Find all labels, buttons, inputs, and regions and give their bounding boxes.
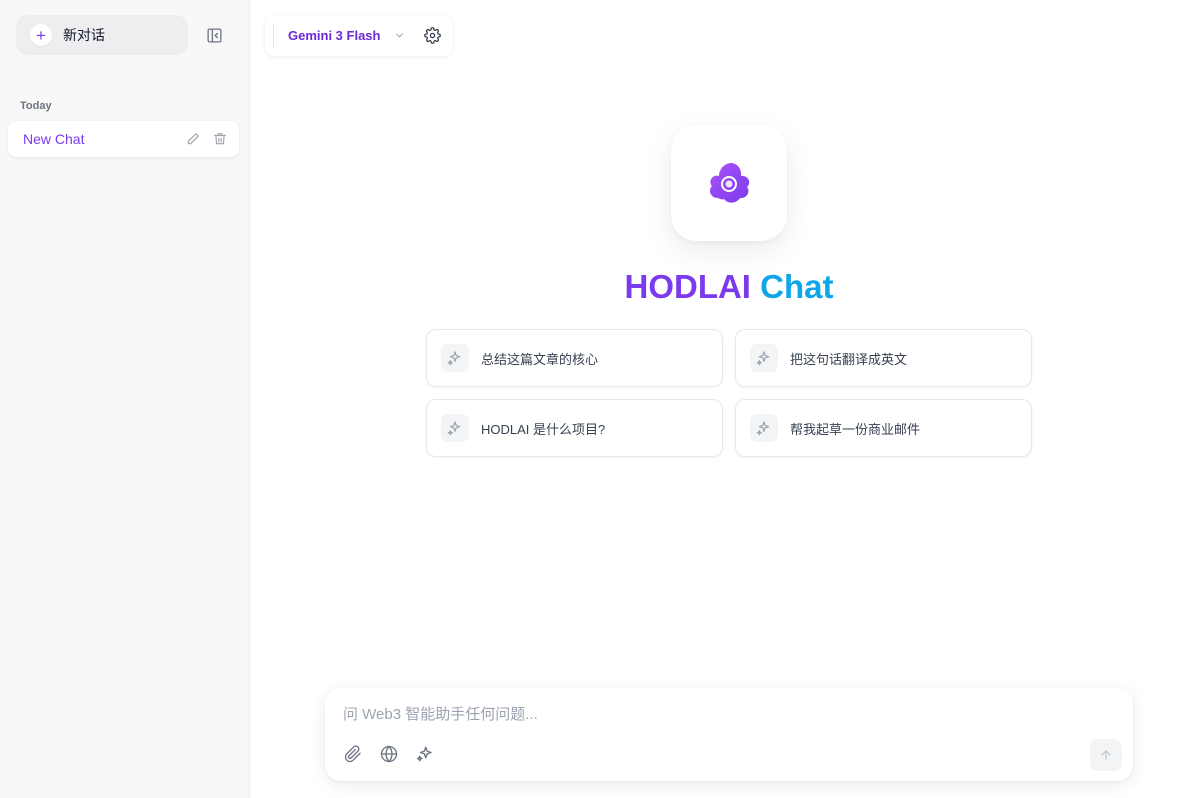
web-search-button[interactable] bbox=[379, 744, 399, 764]
magic-button[interactable] bbox=[415, 744, 435, 764]
model-name: Gemini 3 Flash bbox=[288, 28, 381, 43]
chevron-down-icon bbox=[394, 30, 405, 41]
suggestion-label: 把这句话翻译成英文 bbox=[790, 351, 908, 367]
toolbar-divider bbox=[273, 23, 274, 48]
sparkles-icon bbox=[750, 414, 778, 442]
suggestion-label: HODLAI 是什么项目? bbox=[481, 421, 606, 437]
sidebar-chat-item[interactable]: New Chat bbox=[8, 121, 239, 157]
hero-title-brand: HODLAI bbox=[624, 268, 751, 305]
sparkles-icon bbox=[441, 344, 469, 372]
suggestion-card[interactable]: 帮我起草一份商业邮件 bbox=[735, 399, 1032, 457]
app-logo bbox=[671, 125, 787, 241]
hero-title: HODLAI Chat bbox=[0, 268, 1200, 306]
sidebar-collapse-icon bbox=[206, 27, 222, 43]
chat-item-label: New Chat bbox=[23, 131, 85, 147]
message-input[interactable] bbox=[343, 706, 1103, 723]
cloud-logo-icon bbox=[710, 163, 750, 203]
sidebar-collapse-button[interactable] bbox=[204, 25, 224, 45]
model-toolbar: Gemini 3 Flash bbox=[265, 15, 453, 56]
gear-icon bbox=[424, 27, 442, 44]
suggestion-card[interactable]: 总结这篇文章的核心 bbox=[426, 329, 723, 387]
globe-icon bbox=[380, 745, 398, 763]
pencil-icon bbox=[187, 133, 199, 145]
suggestion-label: 帮我起草一份商业邮件 bbox=[790, 421, 921, 437]
plus-icon: + bbox=[30, 24, 52, 46]
section-label-today: Today bbox=[20, 100, 52, 112]
hero-title-suffix: Chat bbox=[760, 268, 834, 305]
message-composer bbox=[325, 688, 1133, 781]
trash-icon bbox=[214, 133, 226, 145]
sparkles-icon bbox=[750, 344, 778, 372]
sparkles-icon bbox=[416, 746, 432, 762]
send-button[interactable] bbox=[1090, 739, 1122, 771]
new-chat-button[interactable]: + 新对话 bbox=[16, 15, 188, 55]
suggestion-label: 总结这篇文章的核心 bbox=[481, 351, 599, 367]
delete-chat-button[interactable] bbox=[212, 131, 228, 147]
suggestion-card[interactable]: HODLAI 是什么项目? bbox=[426, 399, 723, 457]
sparkles-icon bbox=[441, 414, 469, 442]
arrow-up-icon bbox=[1101, 750, 1111, 760]
suggestion-card[interactable]: 把这句话翻译成英文 bbox=[735, 329, 1032, 387]
sidebar: + 新对话 Today New Chat bbox=[0, 0, 250, 798]
settings-button[interactable] bbox=[424, 27, 442, 44]
paperclip-icon bbox=[344, 745, 361, 763]
attach-button[interactable] bbox=[343, 744, 363, 764]
edit-chat-button[interactable] bbox=[185, 131, 201, 147]
new-chat-label: 新对话 bbox=[63, 27, 105, 43]
model-selector[interactable]: Gemini 3 Flash bbox=[288, 28, 405, 43]
